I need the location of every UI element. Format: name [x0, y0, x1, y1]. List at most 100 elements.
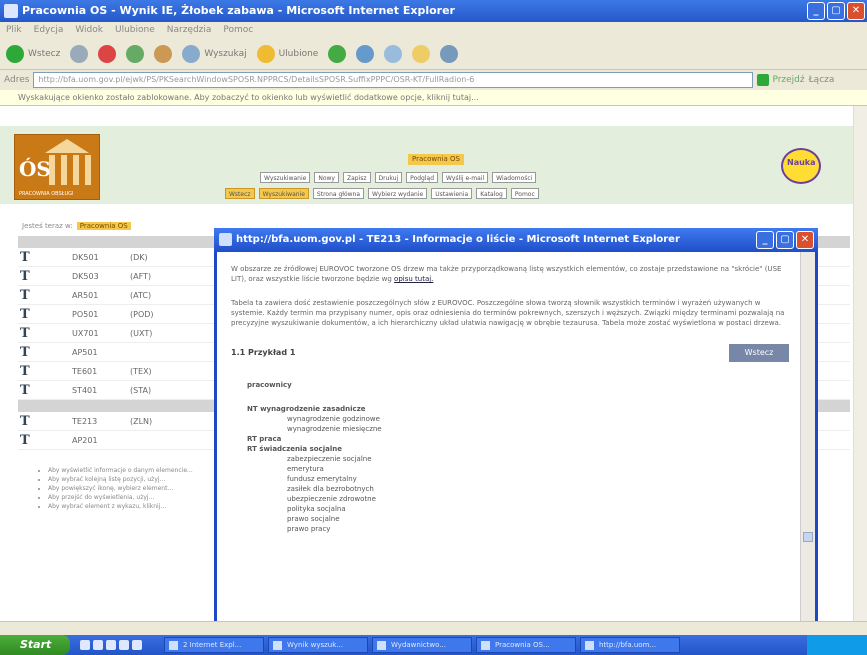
tree-node: RT praca	[247, 435, 282, 443]
nav-link-search[interactable]: Wyszukiwanie	[258, 188, 309, 199]
popup-description: Tabela ta zawiera dość zestawienie poszc…	[231, 299, 785, 327]
popup-minimize-button[interactable]: _	[756, 231, 774, 249]
quicklaunch-icon[interactable]	[106, 640, 116, 650]
popup-body: W obszarze ze źródłowej EUROVOC tworzone…	[217, 252, 801, 638]
popup-intro-link[interactable]: opisu tutaj.	[394, 275, 433, 283]
term-icon[interactable]: T	[20, 364, 34, 379]
maximize-button[interactable]: ▢	[827, 2, 845, 20]
tree-leaf: ubezpieczenie zdrowotne	[287, 495, 376, 503]
nav-link[interactable]: Zapisz	[342, 172, 371, 183]
nav-link[interactable]: Wyszukiwanie	[260, 172, 311, 183]
tree-leaf: emerytura	[287, 465, 324, 473]
nav-link[interactable]: Wyślij e-mail	[442, 172, 489, 183]
help-bullets: Aby wyświetlić informacje o danym elemen…	[38, 466, 193, 511]
term-icon[interactable]: T	[20, 345, 34, 360]
taskbar-item[interactable]: http://bfa.uom...	[580, 637, 680, 653]
nav-link[interactable]: Strona główna	[312, 188, 365, 199]
nav-link[interactable]: Pomoc	[510, 188, 539, 199]
term-icon[interactable]: T	[20, 383, 34, 398]
quicklaunch-icon[interactable]	[132, 640, 142, 650]
term-icon[interactable]: T	[20, 414, 34, 429]
example-title: 1.1 Przykład 1	[231, 348, 296, 357]
minimize-button[interactable]: _	[807, 2, 825, 20]
popup-maximize-button[interactable]: ▢	[776, 231, 794, 249]
links-label[interactable]: Łącza	[809, 75, 835, 85]
page-scrollbar[interactable]	[853, 106, 867, 621]
back-button[interactable]: Wstecz	[729, 344, 789, 362]
start-button[interactable]: Start	[0, 635, 70, 655]
term-icon[interactable]: T	[20, 307, 34, 322]
ie-icon	[219, 233, 232, 246]
nav-link[interactable]: Drukuj	[374, 172, 403, 183]
quicklaunch-icon[interactable]	[93, 640, 103, 650]
popup-scrollbar-thumb[interactable]	[803, 532, 813, 542]
home-icon[interactable]	[154, 44, 173, 63]
window-titlebar[interactable]: Pracownia OS - Wynik IE, Żłobek zabawa -…	[0, 0, 867, 22]
breadcrumb-current[interactable]: Pracownia OS	[76, 222, 131, 230]
popup-titlebar[interactable]: http://bfa.uom.gov.pl - TE213 - Informac…	[214, 228, 818, 252]
address-label: Adres	[4, 75, 30, 85]
stop-icon[interactable]	[98, 44, 117, 63]
tree-leaf: prawo socjalne	[287, 515, 340, 523]
quicklaunch-icon[interactable]	[80, 640, 90, 650]
nav-link[interactable]: Katalog	[476, 188, 507, 199]
nav-link[interactable]: Podgląd	[406, 172, 439, 183]
row-abbr: (UXT)	[130, 328, 153, 338]
menu-favorites[interactable]: Ulubione	[115, 25, 155, 35]
term-icon[interactable]: T	[20, 250, 34, 265]
print-icon[interactable]	[384, 44, 403, 63]
nav-row-top: Wyszukiwanie Nowy Zapisz Drukuj Podgląd …	[260, 172, 537, 183]
window-controls: _ ▢ ✕	[807, 2, 865, 20]
help-bullet: Aby powiększyć ikonę, wybierz element...	[48, 484, 193, 493]
popup-scrollbar[interactable]	[800, 252, 815, 638]
tree-leaf: zabezpieczenie socjalne	[287, 455, 372, 463]
nav-link[interactable]: Wybierz wydanie	[368, 188, 428, 199]
quicklaunch-icon[interactable]	[119, 640, 129, 650]
term-icon[interactable]: T	[20, 269, 34, 284]
folder-icon[interactable]	[412, 44, 431, 63]
menu-tools[interactable]: Narzędzia	[167, 25, 212, 35]
address-input[interactable]: http://bfa.uom.gov.pl/ejwk/PS/PKSearchWi…	[33, 72, 754, 88]
menu-help[interactable]: Pomoc	[223, 25, 253, 35]
refresh-icon[interactable]	[126, 44, 145, 63]
back-button[interactable]: Wstecz	[6, 44, 60, 63]
nav-link[interactable]: Wiadomości	[492, 172, 537, 183]
term-icon[interactable]: T	[20, 326, 34, 341]
help-bullet: Aby wybrać element z wykazu, kliknij...	[48, 502, 193, 511]
tree-leaf: fundusz emerytalny	[287, 475, 357, 483]
taskbar-item[interactable]: Wydawnictwo...	[372, 637, 472, 653]
menu-edit[interactable]: Edycja	[34, 25, 64, 35]
history-icon[interactable]	[328, 44, 347, 63]
search-icon	[182, 44, 201, 63]
messenger-icon[interactable]	[440, 44, 459, 63]
popup-controls: _ ▢ ✕	[756, 231, 814, 249]
popup-close-button[interactable]: ✕	[796, 231, 814, 249]
close-button[interactable]: ✕	[847, 2, 865, 20]
tree-leaf: polityka socjalna	[287, 505, 346, 513]
site-logo[interactable]: ÓS PRACOWNIA OBSŁUGI	[14, 134, 100, 200]
popup-blocked-infobar[interactable]: Wyskakujące okienko zostało zablokowane.…	[0, 90, 867, 106]
tree-root: pracownicy	[247, 381, 292, 389]
taskbar-item[interactable]: Pracownia OS...	[476, 637, 576, 653]
term-icon[interactable]: T	[20, 433, 34, 448]
taskbar-item[interactable]: 2 Internet Expl...	[164, 637, 264, 653]
mail-icon[interactable]	[356, 44, 375, 63]
nav-link[interactable]: Ustawienia	[431, 188, 473, 199]
favorites-button[interactable]: Ulubione	[256, 44, 318, 63]
menu-view[interactable]: Widok	[75, 25, 103, 35]
taskbar-item[interactable]: Wynik wyszuk...	[268, 637, 368, 653]
row-abbr: (DK)	[130, 252, 148, 262]
system-tray[interactable]	[807, 635, 867, 655]
term-icon[interactable]: T	[20, 288, 34, 303]
nav-link[interactable]: Nowy	[314, 172, 339, 183]
nav-row-bottom: Wstecz Wyszukiwanie Strona główna Wybier…	[225, 188, 539, 199]
search-button[interactable]: Wyszukaj	[182, 44, 247, 63]
row-code: AP501	[72, 347, 98, 357]
forward-arrow-icon[interactable]	[70, 44, 89, 63]
ie-icon	[4, 4, 18, 18]
go-button[interactable]: Przejdź	[757, 72, 805, 88]
nav-link-back[interactable]: Wstecz	[225, 188, 255, 199]
search-label: Wyszukaj	[204, 48, 247, 59]
menu-file[interactable]: Plik	[6, 25, 22, 35]
mascot-logo[interactable]: Nauka	[781, 148, 821, 184]
